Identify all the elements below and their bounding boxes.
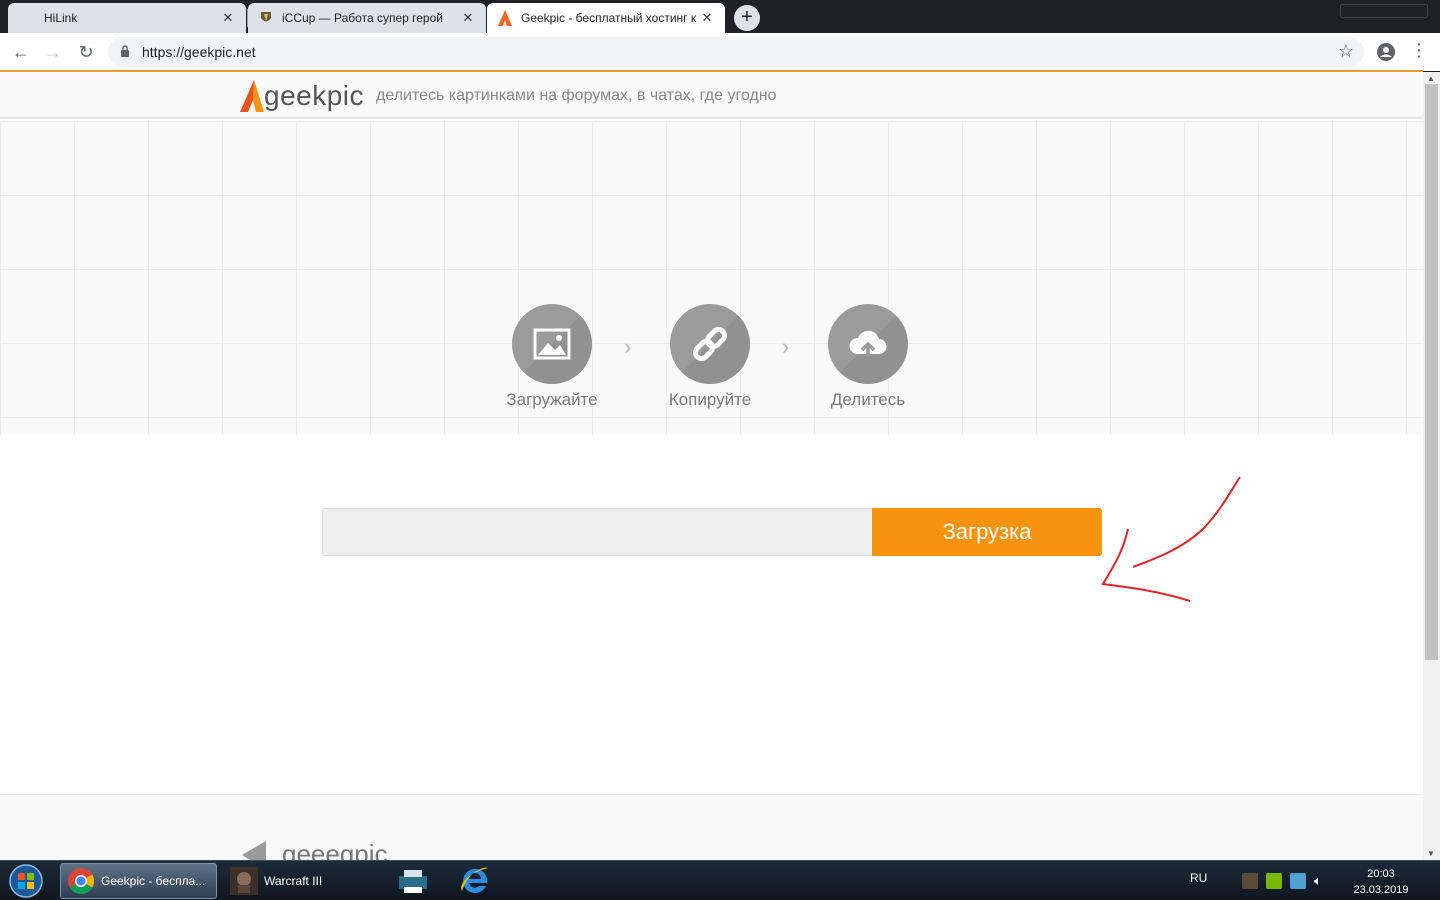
cloud-upload-icon (828, 304, 908, 384)
step-label: Загружайте (506, 390, 598, 409)
chrome-icon (68, 868, 95, 895)
lock-icon (121, 45, 129, 57)
upload-file-field[interactable] (322, 508, 873, 556)
taskbar-item-warcraft[interactable]: Warcraft III (224, 863, 379, 899)
close-icon[interactable]: ✕ (220, 10, 236, 26)
web-page: geekpic делитесь картинками на форумах, … (0, 72, 1423, 860)
tab-hilink[interactable]: HiLink ✕ (8, 3, 246, 33)
tab-title: iCCup — Работа супер герой (282, 11, 443, 25)
account-icon[interactable] (1376, 42, 1396, 62)
step-upload: Загружайте (492, 304, 612, 410)
image-icon (512, 304, 592, 384)
step-share: Делитесь (808, 304, 928, 410)
logo-text: geekpic (264, 80, 365, 111)
chevron-right-icon: › (624, 334, 632, 359)
geekpic-favicon-icon (497, 10, 513, 26)
internet-explorer-icon[interactable] (458, 864, 492, 898)
scroll-down-icon[interactable]: ▼ (1427, 849, 1435, 858)
language-indicator[interactable]: RU (1190, 871, 1207, 885)
taskbar-item-label: Warcraft III (264, 874, 323, 888)
new-tab-button[interactable]: + (734, 5, 760, 31)
reload-icon[interactable]: ↻ (75, 41, 97, 63)
tab-geekpic[interactable]: Geekpic - бесплатный хостинг к ✕ (487, 3, 725, 33)
back-arrow-icon[interactable]: ← (10, 41, 32, 63)
upload-button[interactable]: Загрузка (872, 508, 1102, 556)
browser-toolbar: ← → ↻ https://geekpic.net ☆ ⋮ (0, 33, 1440, 71)
taskbar-item-chrome[interactable]: Geekpic - бесплa... (60, 863, 217, 899)
game-tray-icon[interactable] (1242, 873, 1258, 889)
step-copy: Копируйте (650, 304, 770, 410)
system-tray: 🔈︎ (1242, 873, 1330, 889)
url-text: https://geekpic.net (142, 44, 256, 60)
system-clock[interactable]: 20:03 23.03.2019 (1350, 866, 1412, 898)
site-logo[interactable]: geekpic (240, 80, 364, 112)
start-button-icon[interactable] (6, 863, 46, 899)
window-controls[interactable] (1340, 4, 1428, 18)
tab-iccup[interactable]: iCCup — Работа супер герой ✕ (248, 3, 486, 33)
forward-arrow-icon[interactable]: → (42, 41, 64, 63)
scroll-up-icon[interactable]: ▲ (1427, 74, 1435, 83)
clock-time: 20:03 (1367, 868, 1395, 880)
address-bar[interactable]: https://geekpic.net ☆ (108, 37, 1364, 67)
network-icon[interactable] (1290, 873, 1306, 889)
site-tagline: делитесь картинками на форумах, в чатах,… (376, 87, 777, 104)
chevron-right-icon: › (782, 334, 790, 359)
tab-strip: HiLink ✕ iCCup — Работа супер герой ✕ Ge… (0, 0, 1440, 33)
windows-taskbar: Geekpic - бесплa... Warcraft III RU 🔈︎ 2… (0, 860, 1440, 900)
page-scrollbar[interactable]: ▲ ▼ (1423, 72, 1440, 860)
footer-logo: geeegpic (242, 839, 388, 860)
footer-logo-icon (242, 840, 266, 860)
geekpic-logo-icon (240, 80, 264, 112)
footer-logo-text: geeegpic (282, 839, 388, 860)
close-icon[interactable]: ✕ (699, 10, 715, 26)
volume-icon[interactable]: 🔈︎ (1314, 873, 1330, 889)
iccup-favicon-icon (258, 10, 274, 26)
bookmark-star-icon[interactable]: ☆ (1338, 41, 1354, 62)
footer: geeegpic (0, 794, 1423, 860)
menu-icon[interactable]: ⋮ (1410, 40, 1428, 61)
close-icon[interactable]: ✕ (460, 10, 476, 26)
tab-title: HiLink (44, 11, 78, 25)
step-label: Делитесь (830, 390, 906, 409)
clock-date: 23.03.2019 (1353, 884, 1409, 896)
taskbar-item-label: Geekpic - бесплa... (101, 874, 206, 888)
red-arrow-annotation (1101, 476, 1241, 602)
nvidia-icon[interactable] (1266, 873, 1282, 889)
printer-icon[interactable] (396, 867, 430, 895)
tab-title: Geekpic - бесплатный хостинг к (521, 11, 697, 25)
warcraft-icon (230, 867, 258, 895)
link-icon (670, 304, 750, 384)
step-label: Копируйте (668, 390, 752, 409)
scroll-thumb[interactable] (1425, 84, 1438, 660)
site-header: geekpic делитесь картинками на форумах, … (0, 72, 1423, 119)
